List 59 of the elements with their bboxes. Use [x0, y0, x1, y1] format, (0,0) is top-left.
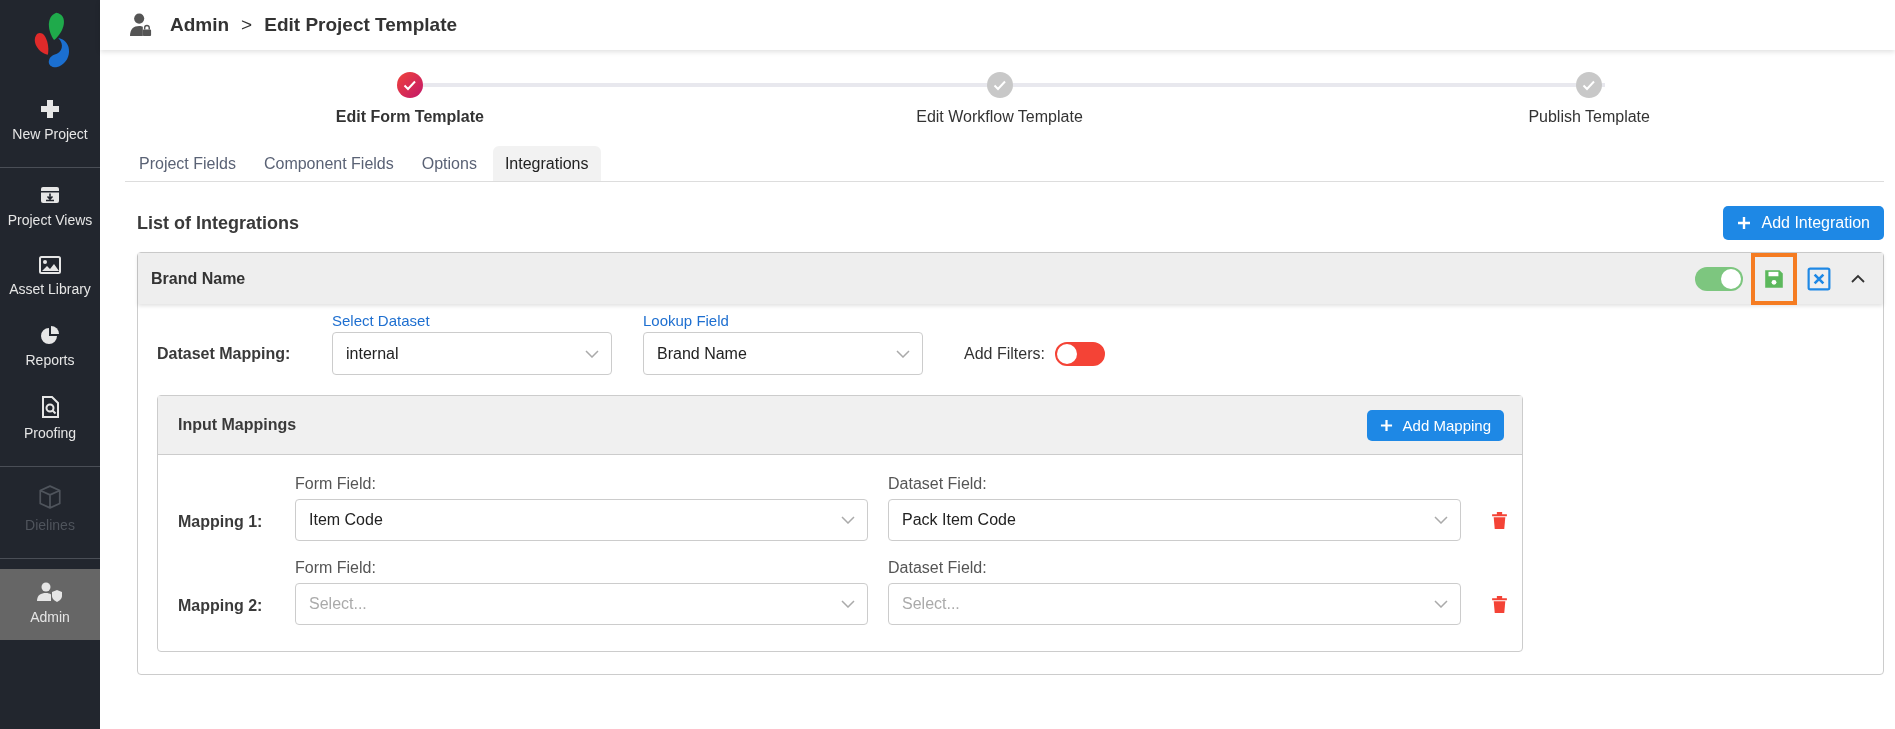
- field-label: Dataset Field:: [888, 475, 988, 493]
- breadcrumb-link[interactable]: Admin: [170, 14, 230, 36]
- chevron-down-icon: [841, 600, 855, 608]
- plus-icon: [40, 99, 60, 119]
- field-label: Select Dataset: [332, 312, 431, 329]
- sidebar-item[interactable]: Proofing: [0, 383, 100, 456]
- tab[interactable]: Integrations: [492, 146, 601, 181]
- box-icon: [37, 484, 63, 510]
- filters-toggle[interactable]: [1054, 341, 1105, 366]
- caret-icon[interactable]: [1851, 273, 1865, 284]
- field-label: Form Field:: [295, 559, 377, 577]
- image-icon: [39, 256, 61, 274]
- page-title: Edit Project Template: [264, 14, 458, 36]
- enable-toggle[interactable]: [1695, 266, 1743, 291]
- add-mapping-button[interactable]: Add Mapping: [1366, 409, 1504, 441]
- chevron-down-icon: [841, 516, 855, 524]
- chevron-down-icon: [1434, 516, 1448, 524]
- step-label: Edit Form Template: [335, 108, 484, 126]
- plus-icon: [1737, 216, 1752, 230]
- integration-title: Brand Name: [151, 269, 247, 288]
- add-integration-button[interactable]: Add Integration: [1723, 206, 1884, 240]
- sidebar-item[interactable]: Admin: [0, 569, 100, 640]
- save-button[interactable]: [1751, 252, 1797, 305]
- sidebar-item[interactable]: New Project: [0, 86, 100, 157]
- tab[interactable]: Project Fields: [127, 146, 248, 181]
- chevron-down-icon: [1434, 600, 1448, 608]
- sidebar-item[interactable]: Asset Library: [0, 243, 100, 312]
- section-title: List of Integrations: [137, 212, 299, 234]
- close-icon[interactable]: [1807, 266, 1831, 291]
- trash-icon[interactable]: [1491, 511, 1508, 530]
- user-lock-icon: [130, 13, 152, 37]
- document-search-icon: [41, 396, 59, 418]
- pie-chart-icon: [40, 325, 60, 345]
- archive-box-icon: [40, 185, 60, 205]
- chevron-down-icon: [896, 349, 910, 358]
- user-shield-icon: [37, 582, 63, 602]
- field-label: Lookup Field: [643, 312, 730, 329]
- field-label: Dataset Field:: [888, 559, 988, 577]
- tab[interactable]: Component Fields: [251, 146, 406, 181]
- add-filters-label: Add Filters:: [964, 344, 1045, 363]
- lookup-field-select[interactable]: Brand Name: [643, 332, 923, 375]
- dataset-mapping-label: Dataset Mapping:: [157, 344, 292, 363]
- select-field[interactable]: Item Code: [295, 499, 868, 541]
- mapping-label: Mapping 1:: [178, 513, 264, 531]
- select-field[interactable]: Pack Item Code: [888, 499, 1461, 541]
- tab[interactable]: Options: [409, 146, 489, 181]
- mapping-label: Mapping 2:: [178, 597, 264, 615]
- dataset-select[interactable]: internal: [332, 332, 612, 375]
- breadcrumb-separator: >: [241, 14, 253, 36]
- field-label: Form Field:: [295, 475, 377, 493]
- plus-icon: [1379, 418, 1393, 432]
- save-icon: [1763, 267, 1785, 290]
- sidebar-item[interactable]: Project Views: [0, 172, 100, 243]
- panel-title: Input Mappings: [178, 416, 297, 434]
- step-label: Publish Template: [1528, 108, 1650, 126]
- sidebar-item[interactable]: Reports: [0, 312, 100, 383]
- step-label: Edit Workflow Template: [916, 108, 1083, 126]
- chevron-down-icon: [585, 349, 599, 358]
- trash-icon[interactable]: [1491, 595, 1508, 614]
